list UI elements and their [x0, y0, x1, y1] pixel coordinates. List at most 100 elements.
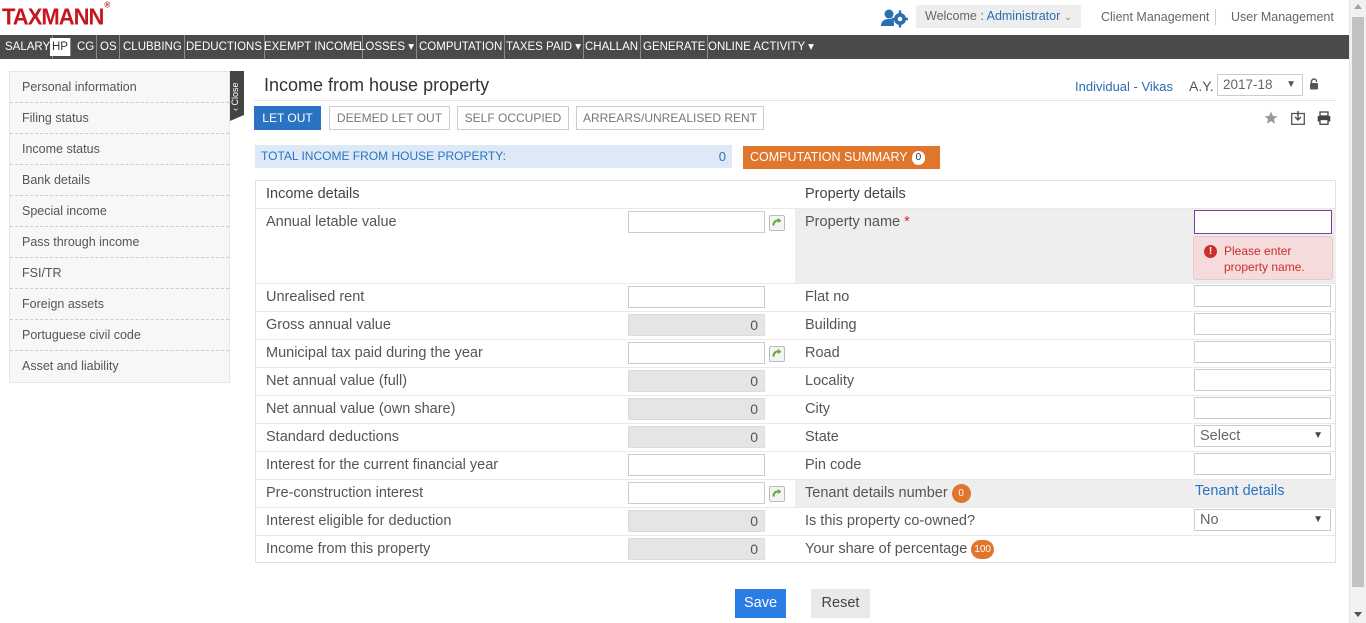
sidebar-item-portuguese-civil-code[interactable]: Portuguese civil code [10, 320, 229, 351]
total-income-box: TOTAL INCOME FROM HOUSE PROPERTY: 0 [255, 145, 732, 168]
road-label: Road [805, 345, 840, 361]
sidebar-item-bank-details[interactable]: Bank details [10, 165, 229, 196]
sidebar: Personal information Filing status Incom… [9, 71, 230, 383]
nav-losses[interactable]: LOSSES ▾ [357, 35, 417, 59]
nav-os[interactable]: OS [98, 35, 120, 59]
city-input[interactable] [1194, 397, 1331, 419]
save-button[interactable]: Save [735, 589, 786, 618]
nav-deductions[interactable]: DEDUCTIONS [184, 35, 266, 59]
scrollbar[interactable] [1349, 0, 1366, 623]
page-title: Income from house property [264, 75, 490, 95]
interest-current-year-label: Interest for the current financial year [266, 457, 499, 473]
property-name-error: ! Please enter property name. [1193, 236, 1333, 280]
locality-input[interactable] [1194, 369, 1331, 391]
nav-taxes-paid[interactable]: TAXES PAID ▾ [504, 35, 585, 59]
nav-salary[interactable]: SALARY [3, 35, 54, 59]
sidebar-item-foreign-assets[interactable]: Foreign assets [10, 289, 229, 320]
locality-label: Locality [805, 373, 855, 389]
sidebar-item-income-status[interactable]: Income status [10, 134, 229, 165]
scroll-up-arrow-icon[interactable] [1354, 4, 1362, 9]
nav-generate[interactable]: GENERATE [641, 35, 709, 59]
interest-eligible-field: 0 [628, 510, 765, 532]
nav-online-activity[interactable]: ONLINE ACTIVITY ▾ [706, 35, 816, 59]
building-label: Building [805, 317, 857, 333]
star-icon[interactable] [1264, 111, 1278, 125]
print-icon[interactable] [1317, 111, 1331, 125]
sidebar-item-fsi-tr[interactable]: FSI/TR [10, 258, 229, 289]
nav-hp[interactable]: HP [50, 38, 71, 56]
share-percentage-badge: 100 [971, 540, 994, 559]
sidebar-item-personal-information[interactable]: Personal information [10, 72, 229, 103]
total-income-value: 0 [718, 149, 726, 164]
tab-let-out[interactable]: LET OUT [254, 106, 321, 130]
client-management-link[interactable]: Client Management [1101, 10, 1209, 24]
property-name-input[interactable] [1194, 210, 1332, 234]
user-management-link[interactable]: User Management [1231, 10, 1334, 24]
total-income-label: TOTAL INCOME FROM HOUSE PROPERTY: [261, 149, 506, 163]
download-icon[interactable] [1291, 111, 1305, 125]
taxmann-logo[interactable]: TAXMANN® [2, 0, 110, 30]
sidebar-close-tab[interactable]: ‹ Close [230, 71, 244, 121]
unrealised-rent-label: Unrealised rent [266, 289, 365, 305]
tab-arrears-unrealised-rent[interactable]: ARREARS/UNREALISED RENT [576, 106, 764, 130]
pre-construction-interest-label: Pre-construction interest [266, 485, 424, 501]
settings-gear-icon[interactable] [880, 6, 908, 28]
computation-summary-button[interactable]: COMPUTATION SUMMARY 0 [743, 146, 940, 169]
calculate-arrow-icon[interactable] [769, 346, 785, 362]
scroll-down-arrow-icon[interactable] [1354, 612, 1362, 617]
net-annual-value-own-share-field: 0 [628, 398, 765, 420]
calculate-arrow-icon[interactable] [769, 486, 785, 502]
pin-code-input[interactable] [1194, 453, 1331, 475]
divider [1215, 9, 1216, 25]
co-owned-select[interactable]: No ▼ [1194, 509, 1331, 531]
income-from-property-field: 0 [628, 538, 765, 560]
standard-deductions-label: Standard deductions [266, 429, 400, 445]
sidebar-item-asset-and-liability[interactable]: Asset and liability [10, 351, 229, 382]
building-input[interactable] [1194, 313, 1331, 335]
share-percentage-label: Your share of percentage 100 [805, 540, 994, 559]
tenant-details-number-label: Tenant details number 0 [805, 484, 971, 503]
annual-letable-value-input[interactable] [628, 211, 765, 233]
tenant-details-link[interactable]: Tenant details [1195, 483, 1284, 499]
scroll-thumb[interactable] [1352, 17, 1364, 587]
sidebar-item-special-income[interactable]: Special income [10, 196, 229, 227]
nav-challan[interactable]: CHALLAN [583, 35, 642, 59]
tab-self-occupied[interactable]: SELF OCCUPIED [457, 106, 569, 130]
sidebar-item-pass-through-income[interactable]: Pass through income [10, 227, 229, 258]
flat-no-input[interactable] [1194, 285, 1331, 307]
state-select[interactable]: Select ▼ [1194, 425, 1331, 447]
lock-icon[interactable] [1309, 78, 1319, 90]
municipal-tax-input[interactable] [628, 342, 765, 364]
welcome-dropdown[interactable]: Welcome : Administrator ⌄ [916, 5, 1081, 28]
tab-deemed-let-out[interactable]: DEEMED LET OUT [329, 106, 450, 130]
net-annual-value-full-field: 0 [628, 370, 765, 392]
required-mark: * [904, 214, 910, 230]
gross-annual-value-label: Gross annual value [266, 317, 391, 333]
road-input[interactable] [1194, 341, 1331, 363]
house-property-form: Income details Property details Annual l… [255, 180, 1336, 563]
pre-construction-interest-input[interactable] [628, 482, 765, 504]
nav-computation[interactable]: COMPUTATION [417, 35, 506, 59]
state-label: State [805, 429, 839, 445]
gross-annual-value-field: 0 [628, 314, 765, 336]
unrealised-rent-input[interactable] [628, 286, 765, 308]
interest-current-year-input[interactable] [628, 454, 765, 476]
nav-cg[interactable]: CG [75, 35, 98, 59]
sidebar-item-filing-status[interactable]: Filing status [10, 103, 229, 134]
ay-select[interactable]: 2017-18 ▼ [1217, 74, 1303, 96]
reset-button[interactable]: Reset [811, 589, 870, 618]
tenant-count-badge: 0 [951, 484, 971, 503]
calculate-arrow-icon[interactable] [769, 215, 785, 231]
nav-clubbing[interactable]: CLUBBING [121, 35, 185, 59]
nav-exempt-income[interactable]: EXEMPT INCOME [262, 35, 364, 59]
standard-deductions-field: 0 [628, 426, 765, 448]
property-details-header: Property details [805, 186, 906, 202]
pin-code-label: Pin code [805, 457, 862, 473]
assessee-link[interactable]: Individual - Vikas [1075, 79, 1173, 94]
ay-label: A.Y. [1189, 78, 1214, 94]
annual-letable-value-label: Annual letable value [266, 214, 397, 230]
computation-count-badge: 0 [911, 151, 926, 165]
chevron-down-icon: ⌄ [1064, 12, 1072, 22]
interest-eligible-label: Interest eligible for deduction [266, 513, 452, 529]
income-from-property-label: Income from this property [266, 541, 431, 557]
